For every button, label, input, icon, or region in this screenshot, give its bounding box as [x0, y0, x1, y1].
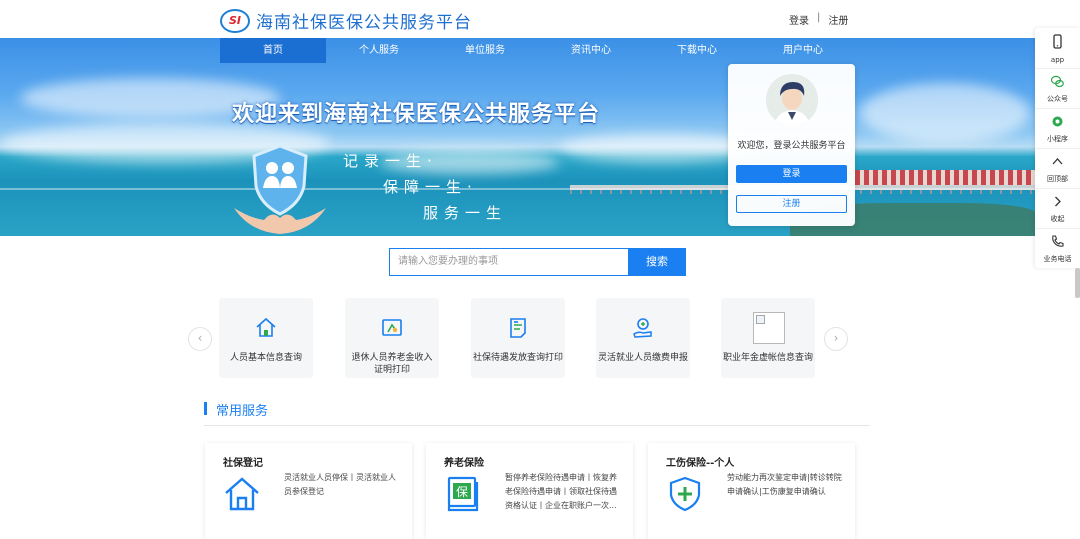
search-input[interactable]: 请输入您要办理的事项: [389, 248, 636, 276]
avatar: [766, 74, 818, 126]
service-card-title: 工伤保险--个人: [666, 458, 735, 469]
carousel-prev-button[interactable]: ‹: [188, 327, 212, 351]
sidebar-label: 业务电话: [1043, 255, 1072, 263]
home-icon: [256, 317, 276, 337]
welcome-text: 欢迎您，登录公共服务平台: [737, 141, 846, 151]
service-tile-benefit-query[interactable]: 社保待遇发放查询打印: [471, 298, 565, 378]
wechat-icon: [1050, 75, 1064, 88]
nav-item-employer[interactable]: 单位服务: [432, 38, 538, 63]
sidebar-item-back-to-top[interactable]: 回顶部: [1035, 148, 1080, 189]
service-tile-label: 退休人员养老金收入证明打印: [351, 353, 433, 375]
certificate-icon: [382, 319, 402, 336]
sidebar-label: 小程序: [1047, 135, 1068, 143]
service-tile-personal-info[interactable]: 人员基本信息查询: [219, 298, 313, 378]
logo-emblem-icon: SI: [220, 8, 250, 33]
mini-program-icon: [1052, 116, 1063, 127]
service-card-title: 社保登记: [223, 458, 263, 469]
pension-book-icon: 保: [447, 476, 479, 512]
auth-links: 登录 | 注册: [789, 12, 848, 27]
nav-item-user-center[interactable]: 用户中心: [750, 38, 856, 63]
nav-item-personal[interactable]: 个人服务: [326, 38, 432, 63]
chevron-up-icon: [1052, 158, 1063, 165]
sidebar-item-app[interactable]: app: [1035, 28, 1080, 69]
login-card: 欢迎您，登录公共服务平台 登录 注册: [728, 64, 855, 226]
nav-item-home[interactable]: 首页: [220, 38, 326, 63]
service-tile-flexible-payment[interactable]: 灵活就业人员缴费申报: [596, 298, 690, 378]
service-card-title: 养老保险: [444, 458, 484, 469]
service-card-work-injury[interactable]: 工伤保险--个人 劳动能力再次鉴定申请|转诊转院申请确认|工伤康复申请确认: [648, 443, 855, 539]
sidebar-label: 收起: [1050, 215, 1065, 223]
banner-slogan-record: 记录一生·: [343, 152, 438, 170]
page-scrollbar[interactable]: [1075, 268, 1080, 298]
banner-slogan-serve: 服务一生: [423, 204, 508, 222]
sidebar-item-hotline[interactable]: 业务电话: [1035, 228, 1080, 268]
broken-image-icon: [753, 312, 785, 344]
service-tile-label: 职业年金虚帐信息查询: [722, 353, 813, 363]
service-tile-label: 社保待遇发放查询打印: [472, 353, 563, 363]
phone-icon: [1053, 34, 1062, 49]
sidebar-label: 公众号: [1047, 95, 1068, 103]
section-title: 常用服务: [216, 404, 269, 419]
main-nav: 首页 个人服务 单位服务 资讯中心 下载中心 用户中心: [220, 38, 856, 63]
service-tile-annuity-query[interactable]: 职业年金虚帐信息查询: [721, 298, 815, 378]
auth-separator: |: [817, 12, 821, 23]
svg-text:保: 保: [456, 485, 468, 499]
sidebar-label: 回顶部: [1047, 175, 1068, 183]
top-bar: SI 海南社保医保公共服务平台 登录 | 注册: [0, 0, 1080, 38]
banner-title: 欢迎来到海南社保医保公共服务平台: [232, 102, 601, 127]
sidebar-item-mini-program[interactable]: 小程序: [1035, 108, 1080, 149]
shield-plus-icon: [669, 476, 701, 512]
service-tile-label: 人员基本信息查询: [229, 353, 302, 363]
site-logo[interactable]: SI 海南社保医保公共服务平台: [220, 8, 472, 33]
service-card-pension[interactable]: 养老保险 保 暂停养老保险待遇申请丨恢复养老保险待遇申请丨领取社保待遇资格认证丨…: [426, 443, 633, 539]
floating-sidebar: app 公众号 小程序 回顶部 收起 业务电话: [1035, 28, 1080, 268]
service-card-registration[interactable]: 社保登记 灵活就业人员停保丨灵活就业人员参保登记: [205, 443, 412, 539]
telephone-icon: [1052, 235, 1064, 247]
family-shield-icon: [230, 138, 330, 236]
section-marker: [204, 402, 207, 415]
hero-banner: 首页 个人服务 单位服务 资讯中心 下载中心 用户中心 欢迎来到海南社保医保公共…: [0, 38, 1035, 236]
payment-hand-icon: [633, 318, 652, 338]
horizon-line: [0, 188, 1035, 190]
service-card-description: 暂停养老保险待遇申请丨恢复养老保险待遇申请丨领取社保待遇资格认证丨企业在职账户一…: [505, 473, 617, 510]
sidebar-label: app: [1050, 56, 1065, 64]
register-link[interactable]: 注册: [828, 12, 848, 27]
sidebar-item-official-account[interactable]: 公众号: [1035, 68, 1080, 109]
house-icon: [225, 477, 259, 511]
carousel-next-button[interactable]: ›: [824, 327, 848, 351]
cloud: [860, 83, 1030, 143]
register-button[interactable]: 注册: [736, 195, 847, 213]
search-button[interactable]: 搜索: [628, 248, 686, 276]
service-tile-label: 灵活就业人员缴费申报: [597, 353, 688, 363]
nav-item-news[interactable]: 资讯中心: [538, 38, 644, 63]
site-title: 海南社保医保公共服务平台: [256, 13, 472, 33]
service-card-description: 劳动能力再次鉴定申请|转诊转院申请确认|工伤康复申请确认: [727, 473, 842, 496]
service-tile-pension-certificate[interactable]: 退休人员养老金收入证明打印: [345, 298, 439, 378]
section-divider: [204, 425, 870, 426]
sidebar-item-collapse[interactable]: 收起: [1035, 188, 1080, 229]
document-icon: [510, 318, 526, 338]
service-card-description: 灵活就业人员停保丨灵活就业人员参保登记: [284, 473, 396, 496]
nav-item-downloads[interactable]: 下载中心: [644, 38, 750, 63]
login-link[interactable]: 登录: [789, 12, 809, 27]
login-button[interactable]: 登录: [736, 165, 847, 183]
chevron-right-icon: [1055, 196, 1061, 207]
banner-slogan-protect: 保障一生·: [383, 178, 478, 196]
